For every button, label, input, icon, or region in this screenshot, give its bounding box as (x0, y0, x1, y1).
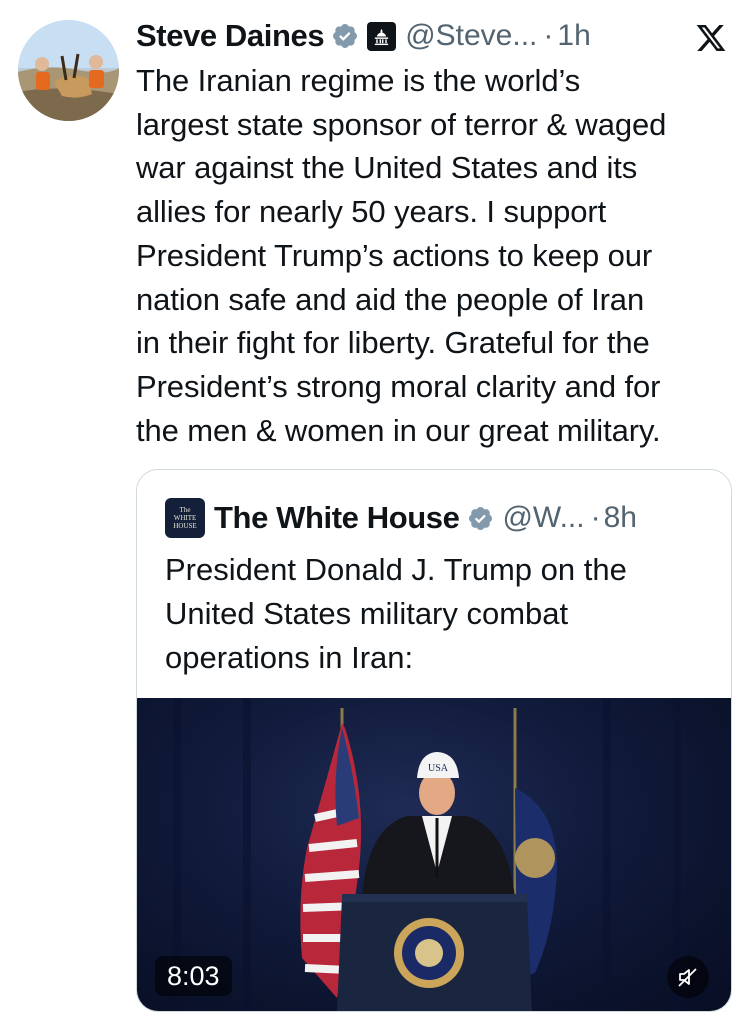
separator-dot: · (543, 19, 554, 52)
author-name[interactable]: Steve Daines (136, 18, 325, 54)
verified-badge-icon[interactable] (467, 505, 494, 532)
x-logo-icon[interactable] (694, 22, 728, 54)
tweet-text-line: President’s strong moral clarity and for (136, 368, 661, 404)
quoted-tweet-timestamp[interactable]: 8h (604, 501, 637, 535)
avatar-text: The (179, 506, 191, 514)
tweet-body: The Iranian regime is the world’s larges… (136, 59, 736, 452)
quoted-text-line: operations in Iran: (165, 640, 414, 675)
tweet-text-line: largest state sponsor of terror & waged (136, 106, 667, 142)
quoted-text-line: United States military combat (165, 596, 569, 631)
quoted-tweet-body: President Donald J. Trump on the United … (165, 548, 715, 680)
tweet-text-line: the men & women in our great military. (136, 412, 661, 448)
speaker-muted-icon (678, 968, 697, 987)
separator-dot: · (590, 501, 601, 534)
author-handle[interactable]: @Steve... (405, 19, 537, 53)
avatar-text: HOUSE (173, 522, 197, 530)
video-duration: 8:03 (155, 956, 232, 996)
tweet-timestamp[interactable]: 1h (557, 19, 590, 53)
quoted-text-line: President Donald J. Trump on the (165, 552, 627, 587)
quoted-tweet-card[interactable]: The WHITE HOUSE The White House @W... · … (136, 469, 732, 1012)
tweet-text-line: war against the United States and its (136, 150, 638, 186)
author-avatar[interactable] (18, 20, 119, 121)
capitol-building-icon[interactable] (367, 21, 397, 51)
tweet-text-line: allies for nearly 50 years. I support (136, 194, 607, 230)
cap-text: USA (428, 763, 449, 774)
avatar-text: WHITE (173, 514, 197, 522)
video-player[interactable]: USA 8:03 (137, 698, 731, 1011)
quoted-author-name[interactable]: The White House (214, 500, 460, 536)
verified-badge-icon[interactable] (331, 22, 359, 50)
tweet-text-line: The Iranian regime is the world’s (136, 63, 581, 98)
tweet-text-line: President Trump’s actions to keep our (136, 237, 653, 273)
mute-toggle-button[interactable] (667, 956, 709, 998)
avatar-photo (18, 20, 119, 121)
tweet-text-line: in their fight for liberty. Grateful for… (136, 325, 650, 361)
quoted-author-handle[interactable]: @W... (502, 501, 584, 535)
white-house-avatar[interactable]: The WHITE HOUSE (165, 498, 205, 538)
tweet-text-line: nation safe and aid the people of Iran (136, 281, 645, 317)
quoted-tweet-header: The WHITE HOUSE The White House @W... · … (165, 498, 637, 538)
tweet-header: Steve Daines @Steve... · 1h (136, 14, 736, 58)
